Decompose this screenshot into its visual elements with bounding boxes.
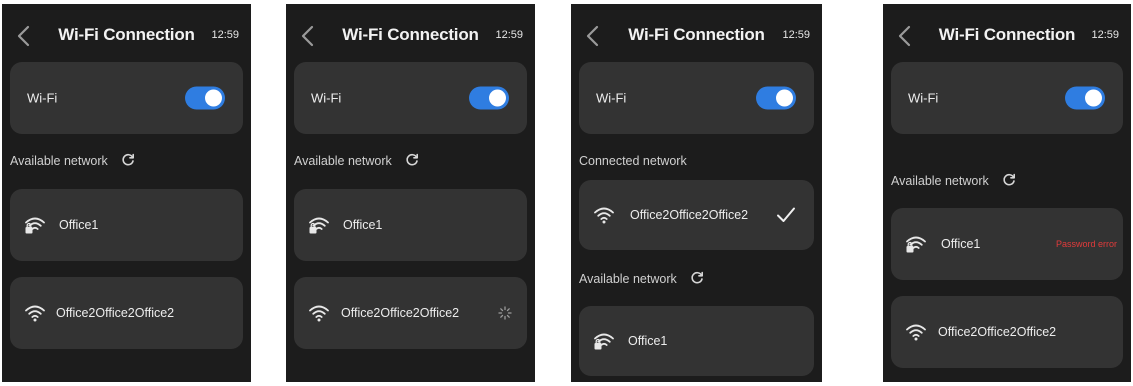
network-name: Office2Office2Office2 <box>56 306 175 320</box>
toggle-knob <box>205 89 222 107</box>
network-name: Office1 <box>628 334 668 348</box>
available-network-label: Available network <box>294 154 392 168</box>
available-network-header: Available network <box>579 271 704 286</box>
network-item-office2[interactable]: Office2Office2Office2 <box>10 277 243 349</box>
clock: 12:59 <box>211 29 239 41</box>
clock: 12:59 <box>495 29 523 41</box>
connected-network-label: Connected network <box>579 154 687 168</box>
screen-3: Wi-Fi Connection 12:59 Wi-Fi Connected n… <box>571 4 822 382</box>
wifi-icon <box>906 324 926 341</box>
available-network-label: Available network <box>891 174 989 188</box>
wifi-toggle-card: Wi-Fi <box>294 62 527 134</box>
password-error-message: Password error <box>1055 239 1117 249</box>
wifi-toggle-card: Wi-Fi <box>10 62 243 134</box>
connected-network-header: Connected network <box>579 154 687 168</box>
available-network-header: Available network <box>891 173 1016 188</box>
wifi-toggle[interactable] <box>756 86 796 110</box>
wifi-label: Wi-Fi <box>27 90 58 106</box>
wifi-label: Wi-Fi <box>908 90 939 106</box>
toggle-knob <box>776 89 793 107</box>
locked-wifi-icon <box>309 217 329 234</box>
network-name: Office1 <box>59 218 99 232</box>
checkmark-icon <box>777 207 795 222</box>
available-network-label: Available network <box>10 154 108 168</box>
screen-2: Wi-Fi Connection 12:59 Wi-Fi Available n… <box>286 4 535 382</box>
network-item-office1[interactable]: Office1 <box>10 189 243 261</box>
screen-4: Wi-Fi Connection 12:59 Wi-Fi Available n… <box>883 4 1131 382</box>
connecting-spinner-icon <box>498 306 512 320</box>
wifi-label: Wi-Fi <box>311 90 342 106</box>
wifi-label: Wi-Fi <box>596 90 627 106</box>
refresh-icon[interactable] <box>1002 173 1016 187</box>
network-item-office2[interactable]: Office2Office2Office2 <box>294 277 527 349</box>
locked-wifi-icon <box>25 217 45 234</box>
network-item-office2[interactable]: Office2Office2Office2 <box>891 296 1123 368</box>
wifi-toggle[interactable] <box>469 86 509 110</box>
toggle-knob <box>489 89 506 107</box>
network-item-office1[interactable]: Office1 <box>294 189 527 261</box>
refresh-icon[interactable] <box>121 153 135 167</box>
refresh-icon[interactable] <box>405 153 419 167</box>
available-network-header: Available network <box>294 153 419 168</box>
toggle-knob <box>1085 89 1102 107</box>
network-item-office1[interactable]: Office1 Password error <box>891 208 1123 280</box>
wifi-toggle-card: Wi-Fi <box>579 62 814 134</box>
wifi-toggle-card: Wi-Fi <box>891 62 1123 134</box>
network-name: Office1 <box>941 237 981 251</box>
network-item-office1[interactable]: Office1 <box>579 306 814 376</box>
network-name: Office2Office2Office2 <box>630 208 749 222</box>
refresh-icon[interactable] <box>690 271 704 285</box>
wifi-toggle[interactable] <box>185 86 225 110</box>
network-name: Office2Office2Office2 <box>341 306 460 320</box>
wifi-toggle[interactable] <box>1065 86 1105 110</box>
available-network-label: Available network <box>579 272 677 286</box>
locked-wifi-icon <box>906 236 926 253</box>
available-network-header: Available network <box>10 153 135 168</box>
wifi-icon <box>25 305 45 322</box>
wifi-icon <box>594 207 614 224</box>
screen-1: Wi-Fi Connection 12:59 Wi-Fi Available n… <box>2 4 251 382</box>
connected-network-item[interactable]: Office2Office2Office2 <box>579 180 814 250</box>
network-name: Office1 <box>343 218 383 232</box>
wifi-icon <box>309 305 329 322</box>
locked-wifi-icon <box>594 333 614 350</box>
network-name: Office2Office2Office2 <box>938 325 1057 339</box>
clock: 12:59 <box>1091 29 1119 41</box>
clock: 12:59 <box>782 29 810 41</box>
